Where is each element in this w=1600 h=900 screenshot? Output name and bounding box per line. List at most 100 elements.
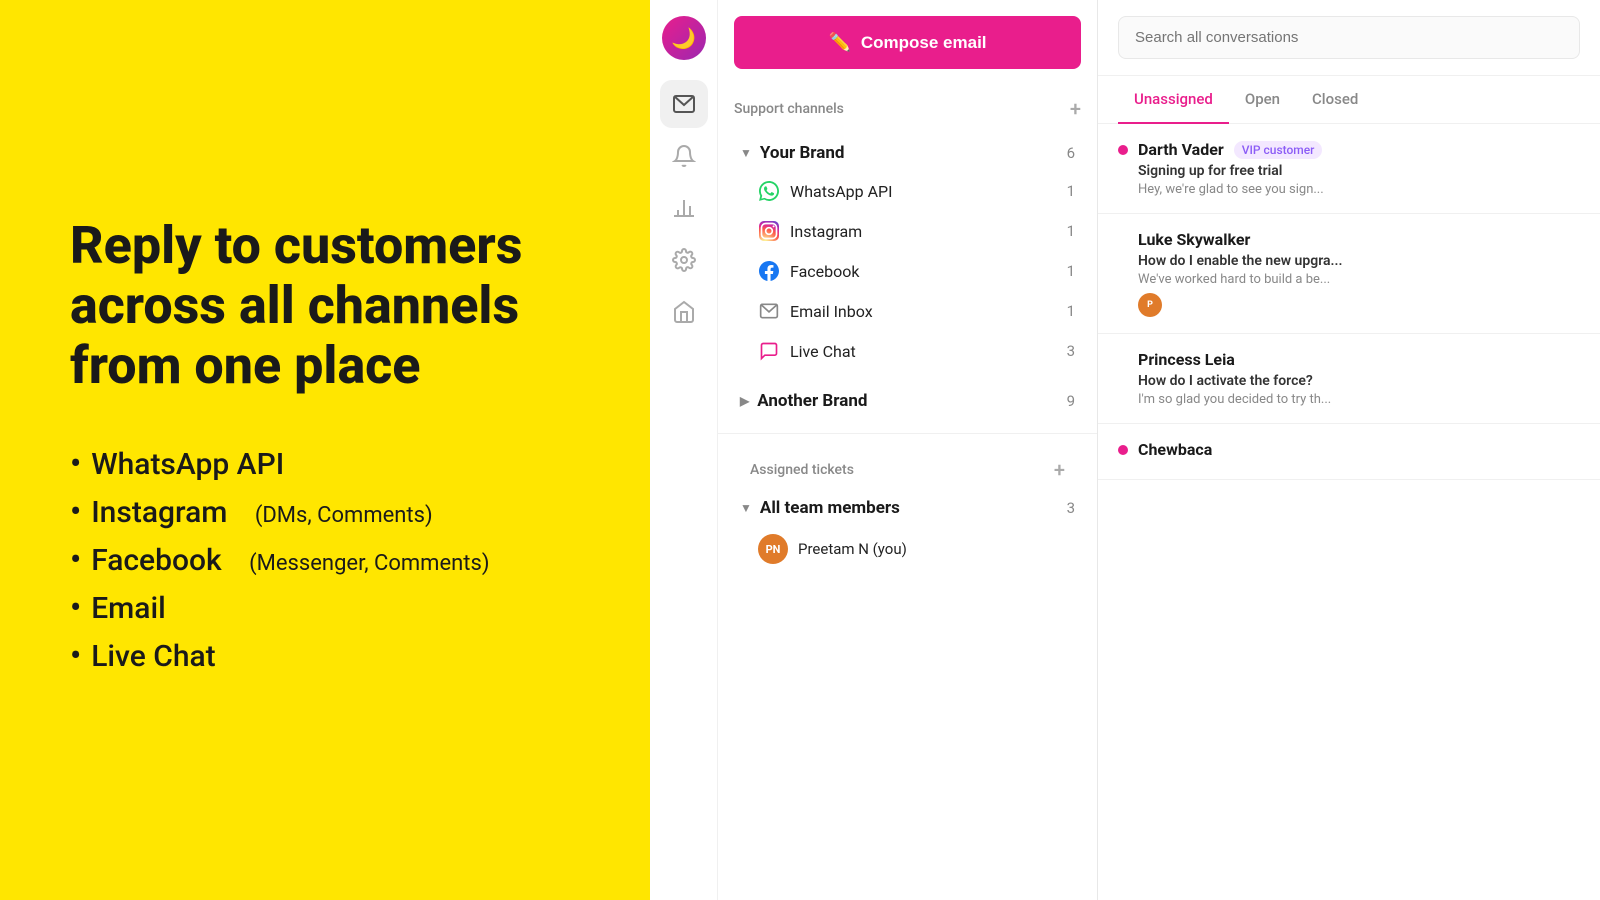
feature-list: WhatsApp API Instagram (DMs, Comments) F… — [70, 444, 522, 674]
livechat-icon — [758, 340, 780, 362]
instagram-count: 1 — [1067, 222, 1075, 240]
compose-label: Compose email — [861, 33, 987, 53]
list-item: Facebook (Messenger, Comments) — [70, 540, 522, 578]
bell-icon — [672, 144, 696, 168]
another-brand-name: Another Brand — [757, 391, 867, 411]
all-team-label: All team members — [760, 498, 900, 518]
brand-your-brand: ▼ Your Brand 6 WhatsApp API 1 — [718, 129, 1097, 377]
all-team-count: 3 — [1067, 499, 1075, 517]
conv-preview: Hey, we're glad to see you sign... — [1118, 182, 1580, 197]
offline-indicator — [1118, 235, 1128, 245]
your-brand-count: 6 — [1067, 144, 1075, 162]
your-brand-header[interactable]: ▼ Your Brand 6 — [734, 135, 1081, 171]
nav-panel: ✏️ Compose email Support channels + ▼ Yo… — [718, 0, 1098, 900]
channel-facebook[interactable]: Facebook 1 — [734, 251, 1081, 291]
conversation-item[interactable]: Chewbaca — [1098, 424, 1600, 480]
offline-indicator — [1118, 355, 1128, 365]
agent-name: Preetam N (you) — [798, 540, 907, 558]
email-label: Email Inbox — [790, 302, 873, 321]
conv-preview: We've worked hard to build a be... — [1118, 272, 1580, 287]
agent-avatar: PN — [758, 534, 788, 564]
sidebar-item-analytics[interactable] — [660, 184, 708, 232]
channel-email[interactable]: Email Inbox 1 — [734, 291, 1081, 331]
another-brand-header[interactable]: ▶ Another Brand 9 — [734, 383, 1081, 419]
tab-open-label: Open — [1245, 90, 1280, 108]
compose-icon: ✏️ — [828, 32, 850, 53]
agent-left: PN Preetam N (you) — [758, 534, 907, 564]
conversation-item[interactable]: Princess Leia How do I activate the forc… — [1098, 334, 1600, 424]
brand-another-brand: ▶ Another Brand 9 — [718, 377, 1097, 425]
channel-left: Live Chat — [758, 340, 856, 362]
conv-name: Darth Vader — [1138, 140, 1224, 159]
sidebar-item-settings[interactable] — [660, 236, 708, 284]
list-item: Instagram (DMs, Comments) — [70, 492, 522, 530]
all-team-item[interactable]: ▼ All team members 3 — [734, 490, 1081, 526]
hero-title: Reply to customers across all channels f… — [70, 216, 522, 395]
channel-left: WhatsApp API — [758, 180, 892, 202]
chevron-down-icon: ▼ — [740, 146, 752, 160]
conversation-item[interactable]: Luke Skywalker How do I enable the new u… — [1098, 214, 1600, 334]
another-brand-count: 9 — [1067, 392, 1075, 410]
whatsapp-icon — [758, 180, 780, 202]
conv-header: Princess Leia — [1118, 350, 1580, 369]
channel-livechat[interactable]: Live Chat 3 — [734, 331, 1081, 371]
agent-item[interactable]: PN Preetam N (you) — [734, 526, 1081, 572]
facebook-icon — [758, 260, 780, 282]
tab-open[interactable]: Open — [1229, 76, 1296, 124]
chart-icon — [672, 196, 696, 220]
tab-closed[interactable]: Closed — [1296, 76, 1374, 124]
your-brand-left: ▼ Your Brand — [740, 143, 844, 163]
channel-instagram[interactable]: Instagram 1 — [734, 211, 1081, 251]
team-chevron-icon: ▼ — [740, 501, 752, 515]
conv-subject: How do I activate the force? — [1118, 373, 1580, 389]
list-item: WhatsApp API — [70, 444, 522, 482]
conv-name: Princess Leia — [1138, 350, 1235, 369]
app-logo: 🌙 — [662, 16, 706, 60]
conversation-item[interactable]: Darth Vader VIP customer Signing up for … — [1098, 124, 1600, 214]
conv-header: Chewbaca — [1118, 440, 1580, 459]
left-content: Reply to customers across all channels f… — [70, 216, 522, 683]
app-window: 🌙 — [650, 0, 1600, 900]
channel-left: Facebook — [758, 260, 859, 282]
support-channels-label: Support channels — [734, 101, 844, 117]
tab-unassigned[interactable]: Unassigned — [1118, 76, 1229, 124]
conv-preview: I'm so glad you decided to try th... — [1118, 392, 1580, 407]
add-assigned-icon[interactable]: + — [1054, 458, 1065, 482]
channel-left: Email Inbox — [758, 300, 873, 322]
feature-sub: (DMs, Comments) — [255, 503, 433, 528]
conv-name: Luke Skywalker — [1138, 230, 1250, 249]
facebook-label: Facebook — [790, 262, 859, 281]
agent-avatar-small: P — [1138, 293, 1162, 317]
email-icon — [758, 300, 780, 322]
conversation-list: Darth Vader VIP customer Signing up for … — [1098, 124, 1600, 900]
home-icon — [672, 300, 696, 324]
logo-icon: 🌙 — [671, 26, 696, 50]
assigned-tickets-label: Assigned tickets — [750, 462, 854, 478]
assigned-section: Assigned tickets + ▼ All team members 3 … — [718, 442, 1097, 580]
inbox-icon — [672, 92, 696, 116]
conv-subject: Signing up for free trial — [1118, 163, 1580, 179]
list-item: Live Chat — [70, 636, 522, 674]
search-input[interactable] — [1118, 16, 1580, 59]
sidebar-item-home[interactable] — [660, 288, 708, 336]
conv-header: Luke Skywalker — [1118, 230, 1580, 249]
left-panel: Reply to customers across all channels f… — [0, 0, 650, 900]
tabs-bar: Unassigned Open Closed — [1098, 76, 1600, 124]
agent-initials: PN — [766, 543, 781, 556]
compose-email-button[interactable]: ✏️ Compose email — [734, 16, 1081, 69]
facebook-count: 1 — [1067, 262, 1075, 280]
add-channel-icon[interactable]: + — [1070, 97, 1081, 121]
tab-closed-label: Closed — [1312, 90, 1358, 108]
channel-whatsapp[interactable]: WhatsApp API 1 — [734, 171, 1081, 211]
conv-header: Darth Vader VIP customer — [1118, 140, 1580, 159]
icon-strip: 🌙 — [650, 0, 718, 900]
feature-main: WhatsApp API — [91, 447, 284, 482]
livechat-count: 3 — [1067, 342, 1075, 360]
sidebar-item-notifications[interactable] — [660, 132, 708, 180]
vip-badge: VIP customer — [1234, 141, 1323, 159]
another-brand-left: ▶ Another Brand — [740, 391, 867, 411]
email-count: 1 — [1067, 302, 1075, 320]
sidebar-item-inbox[interactable] — [660, 80, 708, 128]
conv-name: Chewbaca — [1138, 440, 1212, 459]
support-channels-section: Support channels + — [718, 89, 1097, 129]
